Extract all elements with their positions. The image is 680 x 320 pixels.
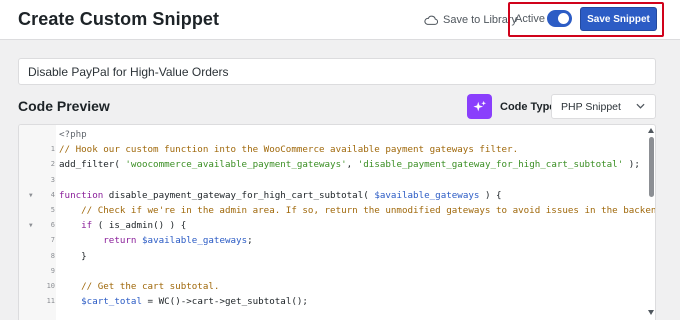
line-number: 2 [50,160,55,169]
line-number: 10 [46,282,55,290]
code-type-label: Code Type [500,101,556,113]
line-number: 8 [50,251,55,260]
snippet-title-input[interactable]: Disable PayPal for High-Value Orders [18,58,656,85]
code-line: 2 add_filter( 'woocommerce_available_paym… [19,157,640,172]
code-text: add_filter( 'woocommerce_available_payme… [59,159,640,171]
line-number: 11 [46,297,55,306]
ai-generate-button[interactable] [467,94,492,119]
line-number: 3 [50,175,55,184]
code-line: 8 } [19,249,639,264]
line-number: 7 [50,236,55,245]
code-text: $cart_total = WC()->cart->get_subtotal()… [81,296,308,308]
code-line: 1 // Hook our custom function into the Wo… [19,142,639,157]
fold-arrow-icon[interactable]: ▼ [29,188,33,203]
code-text: return $available_gateways; [103,235,253,247]
code-preview-heading: Code Preview [18,98,110,114]
save-to-library-label: Save to Library [443,14,517,26]
code-line: 10 // Get the cart subtotal. [19,279,639,294]
page-title: Create Custom Snippet [18,9,220,29]
code-text: <?php [59,129,87,140]
fold-arrow-icon[interactable]: ▼ [29,218,33,233]
scroll-up-arrow-icon[interactable] [648,128,654,133]
code-text: // Hook our custom function into the Woo… [59,144,519,156]
code-line: 4 ▼ function disable_payment_gateway_for_h… [19,188,639,203]
sparkle-icon [472,100,486,111]
scroll-thumb[interactable] [649,137,654,197]
code-editor[interactable]: <?php 1 // Hook our custom function into t… [18,124,656,320]
code-line: 3 [19,173,639,188]
editor-scrollbar[interactable] [646,124,656,320]
active-toggle[interactable] [547,10,572,27]
chevron-down-icon [636,103,645,109]
line-number: 9 [50,266,55,275]
cloud-icon [424,15,438,25]
code-line: 11 $cart_total = WC()->cart->get_subtota… [19,294,639,309]
code-text: } [59,250,87,262]
code-text: // Get the cart subtotal. [81,281,220,292]
code-text: function disable_payment_gateway_for_hig… [59,189,502,201]
line-number: 1 [50,145,55,154]
code-type-value: PHP Snippet [561,100,621,113]
scroll-down-arrow-icon[interactable] [648,310,654,315]
line-number: 6 [50,221,55,230]
code-line: <?php [19,127,639,142]
code-line: 9 [19,264,639,279]
code-text: // Check if we're in the admin area. If … [81,205,656,216]
code-line: 5 // Check if we're in the admin area. I… [19,203,655,218]
save-to-library-button[interactable]: Save to Library [424,12,517,28]
toggle-knob [558,13,569,24]
active-label: Active [515,13,545,25]
code-line: 7 return $available_gateways; [19,233,639,248]
top-bar: Create Custom Snippet Save to Library Ac… [0,0,680,40]
code-type-select[interactable]: PHP Snippet [551,94,656,119]
save-snippet-button[interactable]: Save Snippet [580,7,657,31]
code-text: if ( is_admin() ) { [81,220,187,232]
line-number: 5 [50,206,55,214]
line-number: 4 [50,190,55,199]
code-line: 6 ▼ if ( is_admin() ) { [19,218,639,233]
